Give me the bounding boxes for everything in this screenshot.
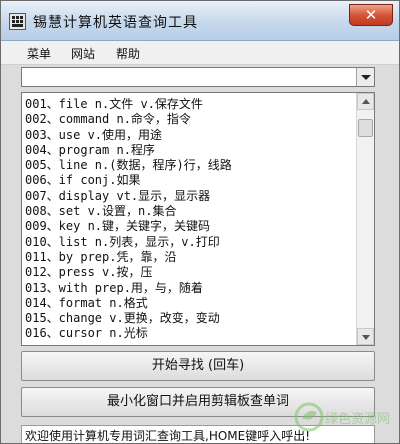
search-input[interactable] (22, 68, 356, 86)
close-button[interactable]: ✕ (349, 4, 393, 26)
list-item[interactable]: 010、list n.列表，显示，v.打印 (22, 235, 356, 250)
list-item[interactable]: 007、display vt.显示，显示器 (22, 189, 356, 204)
combo-dropdown-button[interactable] (356, 68, 374, 86)
search-combo (21, 67, 375, 87)
watermark-logo: 绿色资源网 (294, 402, 390, 432)
list-item[interactable]: 001、file n.文件 v.保存文件 (22, 97, 356, 112)
title-bar[interactable]: 锡慧计算机英语查询工具 ✕ (1, 1, 399, 41)
app-window: 锡慧计算机英语查询工具 ✕ 菜单 网站 帮助 001、file n.文件 v.保… (0, 0, 400, 444)
chevron-down-icon (362, 335, 370, 340)
list-item[interactable]: 009、key n.键，关键字，关键码 (22, 219, 356, 234)
scroll-up-button[interactable] (357, 93, 374, 110)
chevron-up-icon (362, 99, 370, 104)
list-item[interactable]: 005、line n.(数据，程序)行，线路 (22, 158, 356, 173)
list-item[interactable]: 014、format n.格式 (22, 296, 356, 311)
list-item[interactable]: 002、command n.命令，指令 (22, 112, 356, 127)
menu-item-caidan[interactable]: 菜单 (27, 45, 51, 62)
list-item[interactable]: 015、change v.更换，改变，变动 (22, 311, 356, 326)
chevron-down-icon (361, 75, 371, 80)
status-text: 欢迎使用计算机专用词汇查询工具,HOME键呼入呼出! (25, 429, 311, 443)
list-item[interactable]: 012、press v.按，压 (22, 265, 356, 280)
word-list[interactable]: 001、file n.文件 v.保存文件 002、command n.命令，指令… (21, 92, 375, 346)
list-item[interactable]: 016、cursor n.光标 (22, 326, 356, 341)
menu-bar: 菜单 网站 帮助 (1, 41, 399, 65)
list-item[interactable]: 003、use v.使用，用途 (22, 128, 356, 143)
start-search-button[interactable]: 开始寻找 (回车) (21, 351, 375, 381)
list-item[interactable]: 008、set v.设置，n.集合 (22, 204, 356, 219)
scrollbar-thumb[interactable] (358, 119, 373, 137)
window-title: 锡慧计算机英语查询工具 (33, 15, 198, 31)
menu-item-wangzhan[interactable]: 网站 (71, 45, 95, 62)
scroll-down-button[interactable] (357, 328, 374, 345)
list-item[interactable]: 004、program n.程序 (22, 143, 356, 158)
watermark-text: 绿色资源网 (325, 411, 390, 427)
menu-item-help[interactable]: 帮助 (116, 45, 140, 62)
list-item[interactable]: 011、by prep.凭，靠，沿 (22, 250, 356, 265)
keyboard-icon (9, 13, 26, 30)
word-list-items: 001、file n.文件 v.保存文件 002、command n.命令，指令… (22, 97, 356, 342)
list-scrollbar[interactable] (356, 93, 374, 345)
list-item[interactable]: 013、with prep.用，与，随着 (22, 281, 356, 296)
list-item[interactable]: 006、if conj.如果 (22, 173, 356, 188)
